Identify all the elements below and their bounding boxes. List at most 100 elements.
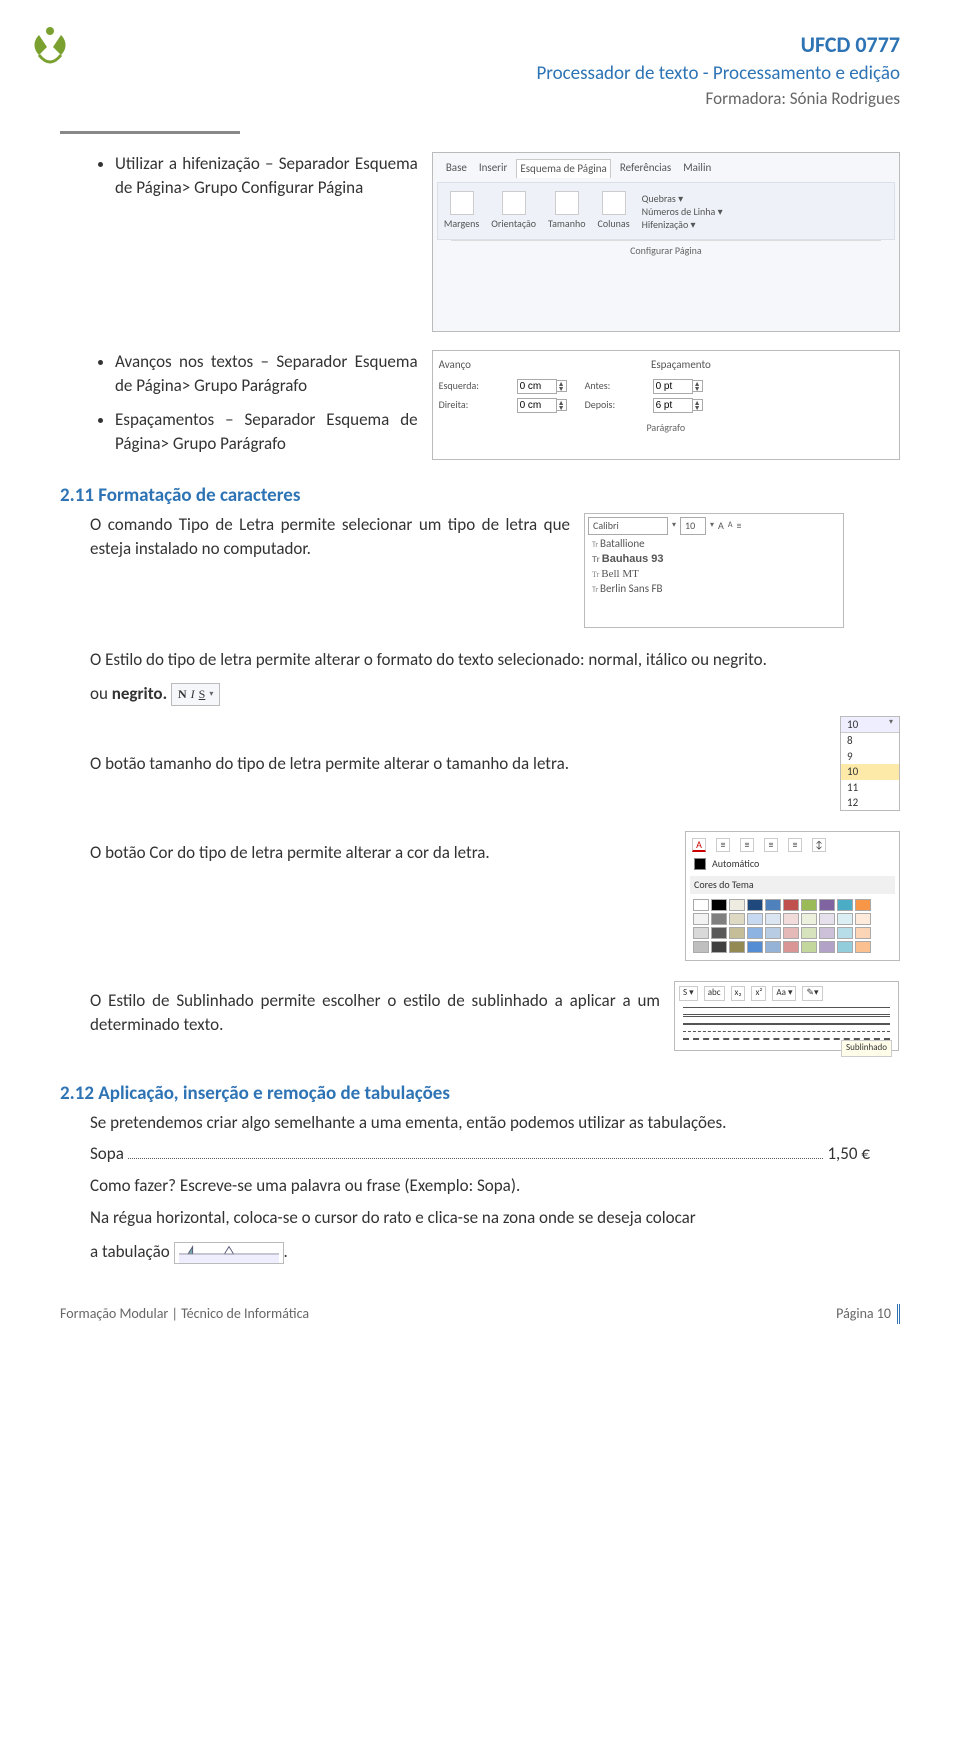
font-size-combo[interactable]: 10 (680, 517, 706, 535)
color-swatch[interactable] (837, 913, 853, 925)
chevron-down-icon[interactable]: ▾ (889, 717, 893, 732)
chevron-down-icon[interactable]: ▾ (710, 520, 714, 531)
color-swatch[interactable] (801, 941, 817, 953)
spinner-icon[interactable]: ▲▼ (557, 399, 567, 411)
ribbon-btn-columns[interactable]: Colunas (598, 191, 630, 231)
color-swatch[interactable] (855, 899, 871, 911)
color-swatch[interactable] (729, 899, 745, 911)
underline-style-thick[interactable] (683, 1023, 890, 1025)
chevron-down-icon[interactable]: ▾ (209, 689, 213, 700)
ribbon-btn-size[interactable]: Tamanho (548, 191, 585, 231)
color-swatch[interactable] (819, 927, 835, 939)
color-swatch[interactable] (837, 941, 853, 953)
underline-style-single[interactable] (683, 1007, 890, 1008)
ribbon-item-breaks[interactable]: Quebras ▾ (642, 192, 723, 205)
chevron-down-icon[interactable]: ▾ (672, 520, 676, 531)
color-swatch[interactable] (855, 913, 871, 925)
para-input-left[interactable] (517, 379, 557, 394)
bullets-icon[interactable]: ≡ (736, 519, 741, 533)
ribbon-tab[interactable]: Base (443, 159, 470, 177)
spinner-icon[interactable]: ▲▼ (693, 380, 703, 392)
color-auto-row[interactable]: Automático (690, 854, 895, 874)
font-decrease-icon[interactable]: A (728, 520, 733, 531)
color-swatch[interactable] (693, 941, 709, 953)
align-justify-icon[interactable]: ≡ (788, 838, 802, 852)
underline-dropdown[interactable]: S ▾ (679, 986, 698, 1001)
bold-button[interactable]: N (178, 686, 187, 703)
size-option[interactable]: 12 (841, 795, 899, 810)
para-input-after[interactable] (653, 398, 693, 413)
para-input-right[interactable] (517, 398, 557, 413)
color-swatch[interactable] (693, 927, 709, 939)
font-option[interactable]: Batallione (592, 537, 840, 552)
color-swatch[interactable] (783, 927, 799, 939)
font-combo[interactable]: Calibri (588, 517, 668, 535)
ribbon-tab-active[interactable]: Esquema de Página (516, 159, 610, 177)
color-swatch[interactable] (693, 913, 709, 925)
font-increase-icon[interactable]: A (718, 519, 724, 533)
size-current[interactable]: 10 (847, 717, 858, 732)
color-swatch[interactable] (747, 899, 763, 911)
size-option[interactable]: 11 (841, 780, 899, 795)
align-left-icon[interactable]: ≡ (716, 838, 730, 852)
underline-style-dotted[interactable] (683, 1031, 890, 1032)
color-swatch[interactable] (855, 927, 871, 939)
color-swatch[interactable] (801, 899, 817, 911)
color-swatch[interactable] (819, 913, 835, 925)
color-swatch[interactable] (711, 927, 727, 939)
align-center-icon[interactable]: ≡ (740, 838, 754, 852)
ribbon-btn-margins[interactable]: Margens (444, 191, 479, 231)
ribbon-tab[interactable]: Referências (617, 159, 674, 177)
color-swatch[interactable] (711, 941, 727, 953)
size-option[interactable]: 9 (841, 749, 899, 764)
para-input-before[interactable] (653, 379, 693, 394)
align-right-icon[interactable]: ≡ (764, 838, 778, 852)
size-option[interactable]: 8 (841, 733, 899, 748)
color-swatch[interactable] (837, 927, 853, 939)
spinner-icon[interactable]: ▲▼ (557, 380, 567, 392)
color-swatch[interactable] (747, 941, 763, 953)
color-swatch[interactable] (729, 913, 745, 925)
color-swatch[interactable] (783, 899, 799, 911)
change-case-icon[interactable]: Aa ▾ (772, 986, 796, 1001)
color-swatch[interactable] (729, 941, 745, 953)
linespacing-icon[interactable]: ↕ (812, 838, 826, 852)
color-swatch[interactable] (837, 899, 853, 911)
font-option[interactable]: Bauhaus 93 (592, 552, 840, 567)
color-swatch[interactable] (819, 941, 835, 953)
color-swatch[interactable] (765, 913, 781, 925)
color-swatch[interactable] (765, 941, 781, 953)
color-swatch[interactable] (819, 899, 835, 911)
color-swatch[interactable] (747, 913, 763, 925)
leader-right: 1,50 € (827, 1142, 870, 1166)
size-option-selected[interactable]: 10 (841, 764, 899, 779)
color-swatch[interactable] (801, 927, 817, 939)
font-color-button[interactable]: A (692, 838, 706, 852)
font-option[interactable]: Bell MT (592, 567, 840, 582)
color-swatch[interactable] (855, 941, 871, 953)
ribbon-btn-orientation[interactable]: Orientação (491, 191, 536, 231)
color-swatch[interactable] (747, 927, 763, 939)
italic-button[interactable]: I (191, 686, 195, 703)
ribbon-tab[interactable]: Inserir (476, 159, 511, 177)
subscript-icon[interactable]: x₂ (731, 986, 746, 1001)
color-swatch[interactable] (783, 941, 799, 953)
color-swatch[interactable] (729, 927, 745, 939)
ribbon-item-hyphenation[interactable]: Hifenização ▾ (642, 218, 723, 231)
underline-style-double[interactable] (683, 1014, 890, 1017)
color-swatch[interactable] (711, 913, 727, 925)
color-swatch[interactable] (765, 899, 781, 911)
color-swatch[interactable] (783, 913, 799, 925)
strikethrough-icon[interactable]: abc (704, 986, 725, 1001)
color-swatch[interactable] (711, 899, 727, 911)
color-swatch[interactable] (693, 899, 709, 911)
underline-button[interactable]: S (199, 686, 206, 703)
color-swatch[interactable] (765, 927, 781, 939)
spinner-icon[interactable]: ▲▼ (693, 399, 703, 411)
superscript-icon[interactable]: x² (751, 986, 766, 1001)
color-swatch[interactable] (801, 913, 817, 925)
font-option[interactable]: Berlin Sans FB (592, 582, 840, 597)
ribbon-item-linenumbers[interactable]: Números de Linha ▾ (642, 205, 723, 218)
ribbon-tab[interactable]: Mailin (680, 159, 714, 177)
highlight-icon[interactable]: ✎▾ (802, 986, 822, 1001)
